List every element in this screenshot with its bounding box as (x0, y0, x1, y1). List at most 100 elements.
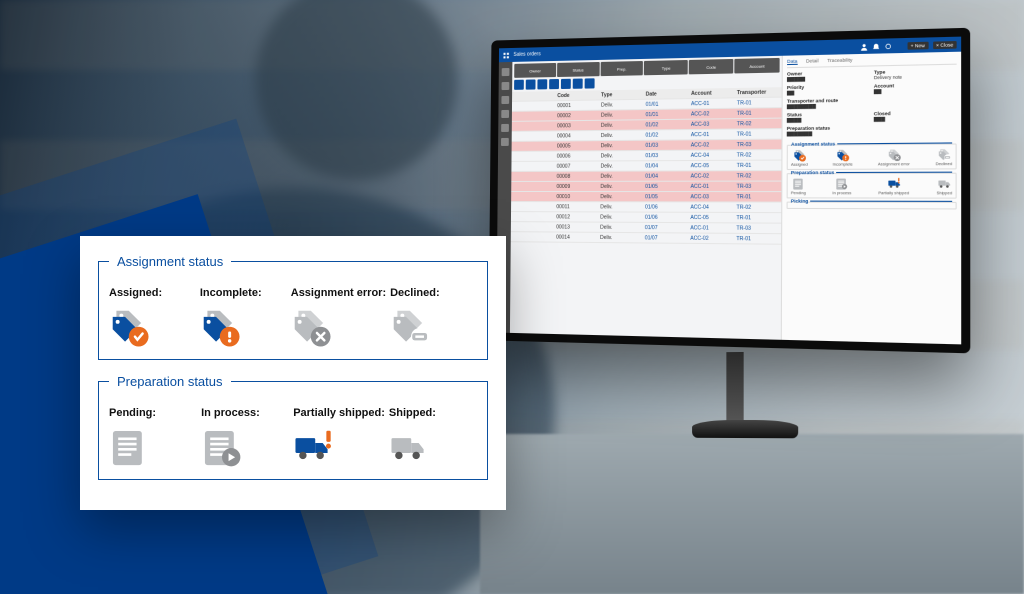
status-in-process: In process: (201, 407, 289, 469)
cell: 00012 (554, 212, 598, 221)
nav-item[interactable] (502, 82, 510, 90)
detail-panel: Data Detail Traceability Owner▇▇▇▇▇ Type… (781, 52, 961, 345)
value: ▇▇▇▇▇▇▇▇ (787, 103, 816, 109)
status-error: Assignment error (878, 148, 910, 166)
toolbar-button[interactable] (514, 80, 524, 90)
toolbar-button[interactable] (549, 79, 559, 89)
status-label: Incomplete: (200, 287, 262, 299)
toolbar-button[interactable] (537, 79, 547, 89)
column-chip[interactable]: Status (557, 62, 599, 77)
new-button[interactable]: + New (907, 41, 928, 49)
table-row[interactable]: 00008Deliv.01/04ACC-02TR-02 (511, 171, 781, 182)
toolbar-button[interactable] (585, 78, 595, 88)
cell (512, 111, 555, 121)
status-legend-card: Assignment status Assigned: Incomplete: … (80, 236, 506, 510)
cell: 00001 (555, 101, 599, 111)
toolbar-button[interactable] (526, 79, 536, 89)
cell: ACC-05 (689, 161, 735, 171)
cell: 00013 (554, 222, 598, 231)
truck-alert-icon (293, 427, 335, 469)
cell: Deliv. (599, 172, 644, 181)
user-icon[interactable] (860, 43, 868, 51)
column-chip[interactable]: Owner (514, 63, 556, 78)
nav-item[interactable] (501, 138, 509, 146)
cell: 01/04 (643, 161, 688, 170)
cell: 01/05 (643, 192, 688, 201)
close-button[interactable]: × Close (933, 40, 957, 48)
tags-minus-icon (390, 307, 432, 349)
cell: 01/07 (643, 223, 688, 233)
app-menu-icon[interactable] (503, 52, 510, 59)
cell: 00004 (555, 131, 599, 141)
cell (511, 232, 554, 241)
section-heading: Picking (791, 198, 809, 203)
cell: 00010 (554, 192, 598, 201)
cell: ACC-01 (689, 98, 735, 108)
tab-data[interactable]: Data (787, 59, 797, 66)
value: ▇▇ (787, 90, 794, 95)
section-heading: Preparation status (109, 374, 231, 389)
cell: 00003 (555, 121, 599, 131)
cell (511, 222, 554, 231)
cell: ACC-03 (689, 119, 735, 129)
status-label: In process: (201, 407, 260, 419)
cell: Date (644, 89, 689, 99)
cell: 01/05 (643, 182, 688, 191)
cell: 00011 (554, 202, 598, 211)
cell: 00005 (555, 141, 599, 150)
cell (511, 152, 554, 161)
column-chip[interactable]: Type (644, 60, 688, 75)
toolbar-button[interactable] (573, 79, 583, 89)
tags-x-icon (291, 307, 333, 349)
cell: Deliv. (598, 223, 643, 233)
status-assigned: Assigned (791, 149, 808, 167)
status-declined: Declined (936, 148, 953, 166)
nav-item[interactable] (502, 68, 510, 76)
cell: TR-01 (735, 161, 782, 171)
orders-grid[interactable]: CodeTypeDateAccountTransporter00001Deliv… (510, 87, 782, 340)
column-chip[interactable]: Prep. (600, 61, 643, 76)
cell: Deliv. (599, 151, 644, 160)
tab-traceability[interactable]: Traceability (827, 57, 852, 64)
cell: ACC-01 (689, 130, 735, 140)
status-shipped: Shipped (936, 177, 952, 195)
cell: TR-03 (734, 223, 781, 233)
cell: 01/03 (643, 140, 688, 150)
table-row[interactable]: 00010Deliv.01/05ACC-03TR-01 (511, 192, 781, 203)
cell: TR-02 (735, 119, 782, 129)
nav-item[interactable] (501, 110, 509, 118)
status-assigned: Assigned: (109, 287, 196, 349)
cell: Account (689, 88, 735, 98)
mini-picking: Picking (787, 202, 957, 210)
bell-icon[interactable] (872, 42, 880, 50)
status-declined: Declined: (390, 287, 477, 349)
cell: Deliv. (599, 100, 644, 110)
status-partially-shipped: Partially shipped: (293, 407, 385, 469)
status-shipped: Shipped: (389, 407, 477, 469)
cell: Deliv. (598, 202, 643, 211)
column-chip[interactable]: Account (734, 58, 779, 74)
settings-icon[interactable] (884, 42, 892, 50)
column-chip[interactable]: Code (689, 59, 733, 74)
status-incomplete: Incomplete: (200, 287, 287, 349)
cell: TR-01 (735, 129, 782, 139)
cell: TR-03 (734, 182, 781, 191)
cell (511, 202, 554, 211)
preparation-status-section: Preparation status Pending: In process: (98, 374, 488, 480)
cell: Deliv. (598, 233, 643, 243)
cell: TR-01 (735, 108, 782, 118)
tab-detail[interactable]: Detail (806, 58, 819, 65)
cell: ACC-05 (688, 213, 734, 223)
cell: Code (555, 90, 599, 100)
status-pending: Pending (791, 177, 806, 195)
table-row[interactable]: 00009Deliv.01/05ACC-01TR-03 (511, 182, 781, 193)
toolbar-button[interactable] (561, 79, 571, 89)
status-partially-shipped: Partially shipped (878, 177, 909, 195)
cell: TR-02 (735, 150, 782, 160)
nav-item[interactable] (501, 96, 509, 104)
cell (512, 142, 555, 151)
table-row[interactable]: 00014Deliv.01/07ACC-02TR-01 (511, 232, 781, 245)
cell: TR-02 (735, 171, 782, 181)
nav-item[interactable] (501, 124, 509, 132)
cell: 01/02 (643, 130, 688, 140)
